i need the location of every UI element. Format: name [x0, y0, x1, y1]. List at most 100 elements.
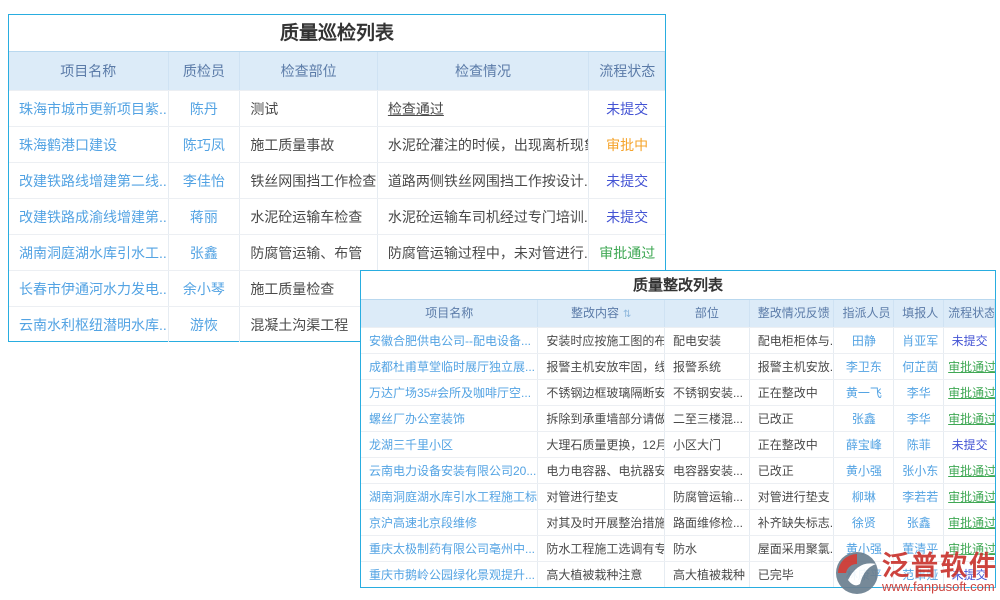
content-cell: 高大植被栽种注意 — [538, 562, 665, 587]
status-badge[interactable]: 审批中 — [589, 127, 665, 162]
situation-cell: 水泥砼灌注的时候，出现离析现象 — [378, 127, 589, 162]
header-project: 项目名称 — [9, 52, 169, 90]
part-cell: 路面维修检... — [665, 510, 750, 535]
project-link[interactable]: 螺丝厂办公室装饰 — [361, 406, 538, 431]
situation-cell: 道路两侧铁丝网围挡工作按设计... — [378, 163, 589, 198]
project-link[interactable]: 京沪高速北京段维修 — [361, 510, 538, 535]
assignee-link[interactable]: 徐贤 — [834, 510, 894, 535]
part-cell: 混凝土沟渠工程 — [240, 307, 378, 342]
project-link[interactable]: 重庆太极制药有限公司亳州中... — [361, 536, 538, 561]
reporter-link[interactable]: 李若若 — [894, 484, 944, 509]
part-cell: 高大植被栽种 — [665, 562, 750, 587]
table-row: 湖南洞庭湖水库引水工程施工标 对管进行垫支 防腐管运输... 对管进行垫支 柳琳… — [361, 483, 995, 509]
table-row: 龙湖三千里小区 大理石质量更换，12月31日之... 小区大门 正在整改中 薛宝… — [361, 431, 995, 457]
status-badge[interactable]: 未提交 — [944, 328, 995, 353]
feedback-cell: 正在整改中 — [750, 380, 835, 405]
reporter-link[interactable]: 肖亚军 — [894, 328, 944, 353]
content-cell: 电力电容器、电抗器安装方案,... — [538, 458, 665, 483]
feedback-cell: 对管进行垫支 — [750, 484, 835, 509]
status-badge[interactable]: 审批通过 — [944, 510, 995, 535]
content-cell: 安装时应按施工图的布置，将... — [538, 328, 665, 353]
status-badge[interactable]: 未提交 — [589, 163, 665, 198]
assignee-link[interactable]: 李卫东 — [834, 354, 894, 379]
sort-icon[interactable]: ⇅ — [623, 309, 631, 320]
reporter-link[interactable]: 何芷茵 — [894, 354, 944, 379]
project-link[interactable]: 珠海鹤港口建设 — [9, 127, 169, 162]
project-link[interactable]: 安徽合肥供电公司--配电设备... — [361, 328, 538, 353]
inspector-link[interactable]: 游恢 — [169, 307, 241, 342]
project-link[interactable]: 重庆市鹅岭公园绿化景观提升... — [361, 562, 538, 587]
reporter-link[interactable]: 陈菲 — [894, 432, 944, 457]
project-link[interactable]: 万达广场35#会所及咖啡厅空... — [361, 380, 538, 405]
watermark-brand: 泛普软件 — [882, 553, 998, 579]
project-link[interactable]: 湖南洞庭湖水库引水工... — [9, 235, 169, 270]
project-link[interactable]: 长春市伊通河水力发电... — [9, 271, 169, 306]
table-row: 万达广场35#会所及咖啡厅空... 不锈钢边框玻璃隔断安装不牢... 不锈钢安装… — [361, 379, 995, 405]
content-cell: 对管进行垫支 — [538, 484, 665, 509]
rectify-table: 质量整改列表 项目名称 整改内容⇅ 部位 整改情况反馈 指派人员 填报人 流程状… — [360, 270, 996, 588]
inspector-link[interactable]: 陈巧凤 — [169, 127, 241, 162]
table-row: 京沪高速北京段维修 对其及时开展整治措施，桥头... 路面维修检... 补齐缺失… — [361, 509, 995, 535]
inspection-table-header: 项目名称 质检员 检查部位 检查情况 流程状态 — [9, 52, 665, 90]
part-cell: 电容器安装... — [665, 458, 750, 483]
header-content[interactable]: 整改内容 ⇅ — [538, 300, 665, 327]
status-badge[interactable]: 未提交 — [589, 91, 665, 126]
part-cell: 施工质量事故 — [240, 127, 378, 162]
inspector-link[interactable]: 余小琴 — [169, 271, 241, 306]
header-status: 流程状态 — [589, 52, 665, 90]
part-cell: 配电安装 — [665, 328, 750, 353]
header-part: 部位 — [665, 300, 750, 327]
feedback-cell: 报警主机安放... — [750, 354, 835, 379]
table-row: 珠海市城市更新项目紫... 陈丹 测试 检查通过 未提交 — [9, 90, 665, 126]
assignee-link[interactable]: 薛宝峰 — [834, 432, 894, 457]
content-cell: 不锈钢边框玻璃隔断安装不牢... — [538, 380, 665, 405]
status-badge[interactable]: 未提交 — [944, 432, 995, 457]
part-cell: 小区大门 — [665, 432, 750, 457]
reporter-link[interactable]: 李华 — [894, 406, 944, 431]
fanpu-logo-icon — [834, 550, 880, 596]
project-link[interactable]: 改建铁路成渝线增建第... — [9, 199, 169, 234]
reporter-link[interactable]: 张小东 — [894, 458, 944, 483]
project-link[interactable]: 云南电力设备安装有限公司20... — [361, 458, 538, 483]
status-badge[interactable]: 审批通过 — [589, 235, 665, 270]
table-row: 改建铁路成渝线增建第... 蒋丽 水泥砼运输车检查 水泥砼运输车司机经过专门培训… — [9, 198, 665, 234]
part-cell: 防腐管运输... — [665, 484, 750, 509]
part-cell: 报警系统 — [665, 354, 750, 379]
status-badge[interactable]: 审批通过 — [944, 458, 995, 483]
project-link[interactable]: 珠海市城市更新项目紫... — [9, 91, 169, 126]
project-link[interactable]: 云南水利枢纽潜明水库... — [9, 307, 169, 342]
project-link[interactable]: 龙湖三千里小区 — [361, 432, 538, 457]
inspector-link[interactable]: 张鑫 — [169, 235, 241, 270]
content-cell: 报警主机安放牢固，线缆连接... — [538, 354, 665, 379]
header-situation: 检查情况 — [378, 52, 589, 90]
part-cell: 施工质量检查 — [240, 271, 378, 306]
project-link[interactable]: 湖南洞庭湖水库引水工程施工标 — [361, 484, 538, 509]
header-inspector: 质检员 — [169, 52, 241, 90]
part-cell: 测试 — [240, 91, 378, 126]
project-link[interactable]: 改建铁路线增建第二线... — [9, 163, 169, 198]
assignee-link[interactable]: 田静 — [834, 328, 894, 353]
status-badge[interactable]: 审批通过 — [944, 406, 995, 431]
table-row: 珠海鹤港口建设 陈巧凤 施工质量事故 水泥砼灌注的时候，出现离析现象 审批中 — [9, 126, 665, 162]
header-feedback: 整改情况反馈 — [750, 300, 835, 327]
assignee-link[interactable]: 柳琳 — [834, 484, 894, 509]
watermark-url: www.fanpusoft.com — [882, 579, 998, 594]
status-badge[interactable]: 审批通过 — [944, 354, 995, 379]
status-badge[interactable]: 审批通过 — [944, 484, 995, 509]
reporter-link[interactable]: 张鑫 — [894, 510, 944, 535]
assignee-link[interactable]: 黄小强 — [834, 458, 894, 483]
header-content-label: 整改内容 — [571, 306, 619, 320]
header-assignee: 指派人员 — [834, 300, 894, 327]
inspector-link[interactable]: 李佳怡 — [169, 163, 241, 198]
situation-cell: 防腐管运输过程中，未对管进行... — [378, 235, 589, 270]
status-badge[interactable]: 审批通过 — [944, 380, 995, 405]
reporter-link[interactable]: 李华 — [894, 380, 944, 405]
table-row: 成都杜甫草堂临时展厅独立展... 报警主机安放牢固，线缆连接... 报警系统 报… — [361, 353, 995, 379]
project-link[interactable]: 成都杜甫草堂临时展厅独立展... — [361, 354, 538, 379]
feedback-cell: 已改正 — [750, 458, 835, 483]
inspector-link[interactable]: 陈丹 — [169, 91, 241, 126]
assignee-link[interactable]: 黄一飞 — [834, 380, 894, 405]
inspector-link[interactable]: 蒋丽 — [169, 199, 241, 234]
assignee-link[interactable]: 张鑫 — [834, 406, 894, 431]
status-badge[interactable]: 未提交 — [589, 199, 665, 234]
